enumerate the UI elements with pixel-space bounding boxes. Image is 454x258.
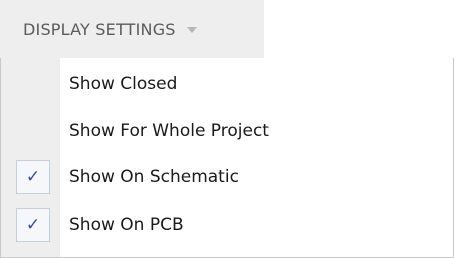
menu-item-label: Show For Whole Project [69,121,269,141]
menu-item-show-on-schematic[interactable]: ✓ Show On Schematic [1,153,453,201]
menu-item-show-closed[interactable]: Show Closed [1,60,453,108]
caret-down-icon [186,26,197,33]
checkmark-icon: ✓ [25,214,41,235]
dropdown-menu: Show Closed Show For Whole Project ✓ Sho… [0,58,454,258]
menu-item-show-for-whole-project[interactable]: Show For Whole Project [1,107,453,155]
display-settings-dropdown-button[interactable]: DISPLAY SETTINGS [0,0,264,58]
menu-item-label: Show Closed [69,74,178,94]
display-settings-panel: DISPLAY SETTINGS Show Closed Show For Wh… [0,0,454,258]
menu-item-show-on-pcb[interactable]: ✓ Show On PCB [1,201,453,249]
menu-item-label: Show On PCB [69,215,184,235]
checkmark-box: ✓ [16,160,50,194]
menu-item-label: Show On Schematic [69,167,239,187]
checkmark-icon: ✓ [25,166,41,187]
dropdown-label: DISPLAY SETTINGS [23,19,176,39]
checkmark-box: ✓ [16,208,50,242]
